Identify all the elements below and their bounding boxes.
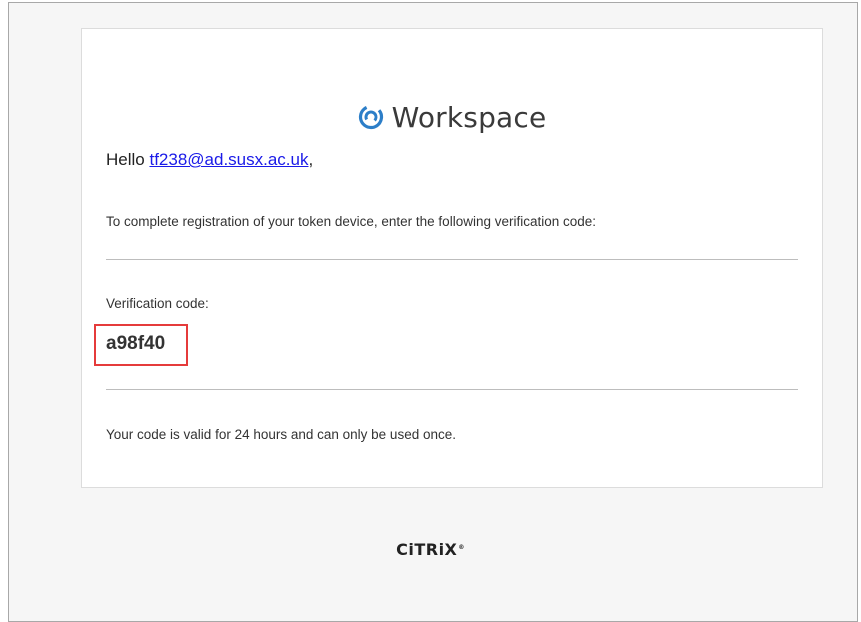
citrix-logo: CiTRiX®	[0, 540, 861, 559]
divider	[106, 389, 798, 390]
greeting-suffix: ,	[308, 150, 314, 169]
workspace-swirl-icon	[358, 104, 384, 130]
verification-code-highlight	[94, 324, 188, 366]
divider	[106, 259, 798, 260]
greeting: Hello tf238@ad.susx.ac.uk,	[106, 150, 313, 170]
brand-name: Workspace	[391, 100, 547, 134]
validity-note: Your code is valid for 24 hours and can …	[106, 427, 456, 442]
verification-code-label: Verification code:	[106, 296, 209, 311]
email-link[interactable]: tf238@ad.susx.ac.uk	[149, 150, 308, 169]
brand-header: Workspace	[82, 97, 822, 137]
citrix-logo-text: CiTRiX	[396, 540, 458, 559]
greeting-prefix: Hello	[106, 150, 150, 169]
trademark-mark: ®	[458, 543, 465, 551]
email-card: Workspace	[81, 28, 823, 488]
instructions-text: To complete registration of your token d…	[106, 214, 597, 229]
workspace-logo: Workspace	[358, 101, 547, 134]
